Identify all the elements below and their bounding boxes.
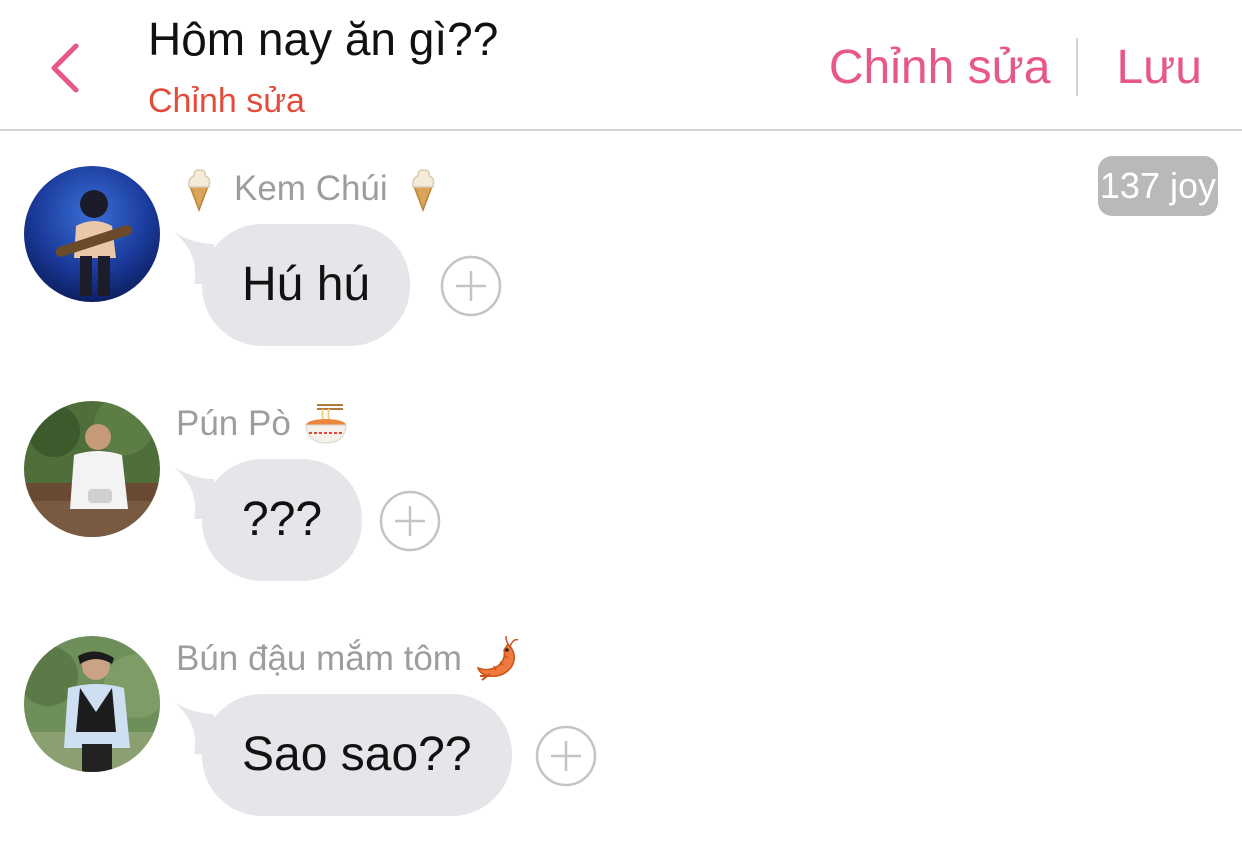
avatar-image <box>24 401 160 537</box>
ice-cream-icon <box>400 166 446 212</box>
message-bubble[interactable]: Hú hú <box>202 224 411 346</box>
chat-screen: Hôm nay ăn gì?? Chỉnh sửa Chỉnh sửa Lưu … <box>0 0 1242 851</box>
add-reaction-button[interactable] <box>379 490 441 552</box>
shrimp-icon <box>474 636 520 682</box>
header-actions: Chỉnh sửa Lưu <box>829 36 1202 98</box>
back-button[interactable] <box>38 36 94 100</box>
add-reaction-button[interactable] <box>440 255 502 317</box>
header-divider <box>1076 38 1079 96</box>
page-subtitle[interactable]: Chỉnh sửa <box>148 82 305 121</box>
message-bubble[interactable]: Sao sao?? <box>202 694 512 816</box>
avatar-image <box>24 636 160 772</box>
message-bubble-wrap: Sao sao?? <box>174 694 512 816</box>
plus-circle-icon <box>535 725 597 787</box>
plus-circle-icon <box>440 255 502 317</box>
avatar[interactable] <box>24 401 160 537</box>
noodle-bowl-icon <box>303 401 349 447</box>
plus-circle-icon <box>379 490 441 552</box>
joy-badge: 137 joy <box>1097 156 1218 216</box>
sender-name: Pún Pò <box>176 404 291 443</box>
header: Hôm nay ăn gì?? Chỉnh sửa Chỉnh sửa Lưu <box>0 0 1242 131</box>
chevron-left-icon <box>51 43 79 93</box>
sender-name: Bún đậu mắm tôm <box>176 639 462 678</box>
edit-button[interactable]: Chỉnh sửa <box>829 40 1051 95</box>
sender-name: Kem Chúi <box>234 169 388 208</box>
message-bubble-wrap: Hú hú <box>174 224 411 346</box>
save-button[interactable]: Lưu <box>1116 40 1202 95</box>
avatar-image <box>24 166 160 302</box>
sender-name-row: Bún đậu mắm tôm <box>176 636 520 682</box>
add-reaction-button[interactable] <box>535 725 597 787</box>
ice-cream-icon <box>176 166 222 212</box>
message-bubble-wrap: ??? <box>174 459 363 581</box>
message-bubble[interactable]: ??? <box>202 459 363 581</box>
avatar[interactable] <box>24 636 160 772</box>
sender-name-row: Pún Pò <box>176 401 349 447</box>
sender-name-row: Kem Chúi <box>176 166 446 212</box>
avatar[interactable] <box>24 166 160 302</box>
page-title: Hôm nay ăn gì?? <box>148 13 499 65</box>
